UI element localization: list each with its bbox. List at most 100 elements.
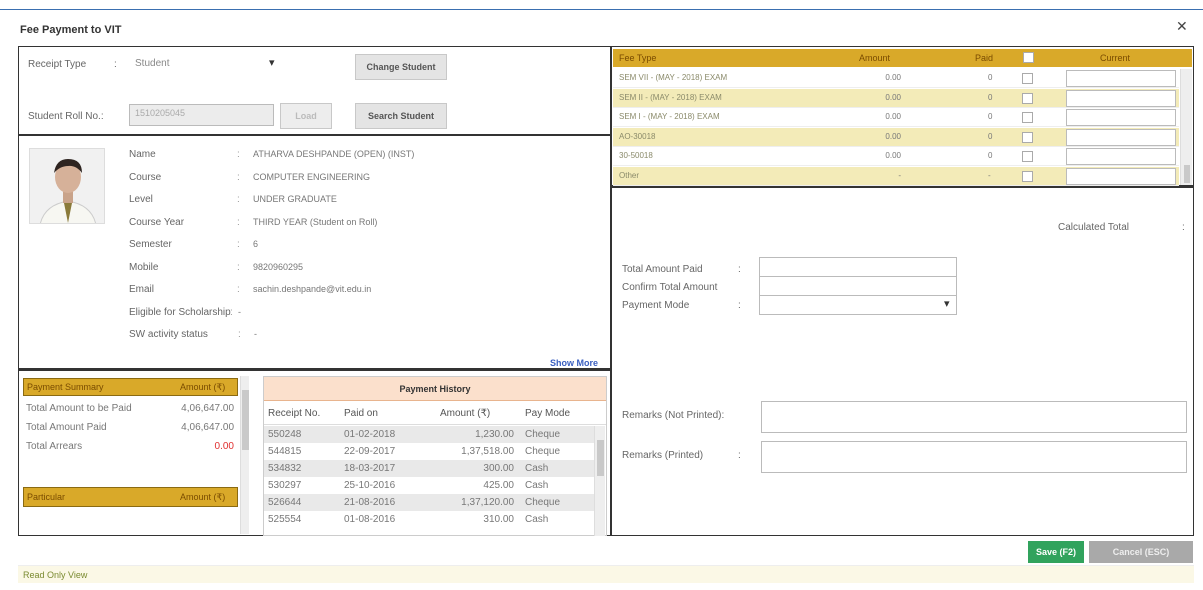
fee-paid: 0 <box>988 92 993 102</box>
summary-rows: Total Amount to be Paid 4,06,647.00 Total … <box>23 399 238 469</box>
fee-col-paid: Paid <box>975 53 994 63</box>
remarks-not-printed-label: Remarks (Not Printed): <box>622 410 725 421</box>
table-row[interactable]: 534832 18-03-2017 300.00 Cash <box>264 460 594 477</box>
fee-select-checkbox[interactable] <box>1022 131 1033 143</box>
summary-scrollbar-thumb[interactable] <box>242 390 249 450</box>
chevron-down-icon: ▾ <box>944 298 950 310</box>
table-row[interactable]: SEM VII - (MAY - 2018) EXAM 0.00 0 <box>613 69 1179 88</box>
calculated-total-label: Calculated Total <box>1058 222 1129 233</box>
fee-current-input[interactable] <box>1066 109 1176 126</box>
student-field-separator: : <box>237 284 240 295</box>
table-row[interactable]: 544815 22-09-2017 1,37,518.00 Cheque <box>264 443 594 460</box>
fee-select-checkbox[interactable] <box>1022 92 1033 104</box>
student-field-value: - <box>254 329 257 339</box>
table-row[interactable]: SEM II - (MAY - 2018) EXAM 0.00 0 <box>613 88 1179 108</box>
table-row[interactable]: 525554 01-08-2016 310.00 Cash <box>264 511 594 528</box>
fee-type: SEM VII - (MAY - 2018) EXAM <box>619 73 728 82</box>
payment-mode-label: Payment Mode <box>622 300 690 311</box>
fee-paid: 0 <box>988 131 993 141</box>
roll-number-input[interactable]: 1510205045 <box>129 104 274 126</box>
confirm-total-amount-input[interactable] <box>759 276 957 296</box>
fee-select-checkbox[interactable] <box>1022 170 1033 182</box>
table-row[interactable]: Other - - <box>613 166 1179 186</box>
student-field-label: Semester <box>129 239 172 250</box>
history-paid-on: 01-02-2018 <box>344 429 396 440</box>
history-paid-on: 21-08-2016 <box>344 497 396 508</box>
fee-type: SEM II - (MAY - 2018) EXAM <box>619 92 722 102</box>
student-field-value: COMPUTER ENGINEERING <box>253 171 371 182</box>
receipt-type-value: Student <box>135 58 170 69</box>
summary-scrollbar[interactable] <box>240 376 249 534</box>
history-paid-on: 22-09-2017 <box>344 446 396 457</box>
history-scrollbar-thumb[interactable] <box>597 440 604 476</box>
fee-select-checkbox[interactable] <box>1022 112 1033 123</box>
status-bar: Read Only View <box>18 565 1194 583</box>
payment-history-rows: 550248 01-02-2018 1,230.00 Cheque 544815 22-0… <box>264 426 594 536</box>
history-receipt-no: 526644 <box>268 497 302 508</box>
summary-header-label: Payment Summary <box>27 382 104 392</box>
fee-current-input[interactable] <box>1066 70 1176 87</box>
load-button[interactable]: Load <box>280 103 332 129</box>
student-field-value: ATHARVA DESHPANDE (OPEN) (INST) <box>253 149 415 159</box>
table-row[interactable]: 30-50018 0.00 0 <box>613 147 1179 166</box>
history-receipt-no: 530297 <box>268 480 302 491</box>
history-col-amount: Amount (₹) <box>440 408 491 419</box>
student-field-separator: : <box>237 149 240 160</box>
student-field-value: 6 <box>253 239 259 249</box>
change-student-button[interactable]: Change Student <box>355 54 447 80</box>
total-amount-paid-separator: : <box>738 264 741 275</box>
history-paid-on: 25-10-2016 <box>344 480 396 491</box>
history-receipt-no: 534832 <box>268 463 302 474</box>
fee-current-input[interactable] <box>1066 89 1176 107</box>
table-row[interactable]: 550248 01-02-2018 1,230.00 Cheque <box>264 426 594 443</box>
roll-number-label: Student Roll No.: <box>28 111 104 122</box>
student-field-separator: : <box>237 171 240 183</box>
history-scrollbar[interactable] <box>594 426 605 536</box>
remarks-printed-separator: : <box>738 450 741 461</box>
history-col-pay-mode: Pay Mode <box>525 408 571 419</box>
fee-table-scrollbar-thumb[interactable] <box>1184 165 1190 183</box>
fee-table-scrollbar[interactable] <box>1180 69 1192 185</box>
history-paid-on: 18-03-2017 <box>344 463 396 474</box>
table-row[interactable]: SEM I - (MAY - 2018) EXAM 0.00 0 <box>613 108 1179 127</box>
remarks-printed-input[interactable] <box>761 441 1187 473</box>
table-row[interactable]: 530297 25-10-2016 425.00 Cash <box>264 477 594 494</box>
history-pay-mode: Cash <box>525 463 549 474</box>
summary-row-label: Total Amount Paid <box>26 422 107 433</box>
fee-amount: 0.00 <box>885 73 901 82</box>
total-amount-paid-input[interactable] <box>759 257 957 277</box>
fee-amount: - <box>898 170 901 180</box>
fee-col-type: Fee Type <box>619 53 657 63</box>
student-photo <box>29 148 105 224</box>
fee-table-panel: Fee Type Amount Paid Current SEM VII - (… <box>611 46 1194 186</box>
fee-type: Other <box>619 170 640 180</box>
payment-mode-select[interactable]: ▾ <box>759 295 957 315</box>
fee-select-checkbox[interactable] <box>1022 73 1033 84</box>
receipt-type-select[interactable]: Student ▾ <box>129 53 279 75</box>
select-all-checkbox[interactable] <box>1023 52 1034 63</box>
fee-select-checkbox[interactable] <box>1022 151 1033 162</box>
close-icon[interactable]: ✕ <box>1176 18 1188 35</box>
fee-current-input[interactable] <box>1066 167 1176 185</box>
table-row[interactable]: 526644 21-08-2016 1,37,120.00 Cheque <box>264 494 594 511</box>
search-student-button[interactable]: Search Student <box>355 103 447 129</box>
student-field-separator: : <box>237 239 240 250</box>
fee-current-input[interactable] <box>1066 128 1176 146</box>
table-row[interactable]: AO-30018 0.00 0 <box>613 127 1179 147</box>
fee-current-input[interactable] <box>1066 148 1176 165</box>
calculated-total-separator: : <box>1182 222 1185 233</box>
show-more-link[interactable]: Show More <box>550 358 598 368</box>
payment-history-header-row: Receipt No. Paid on Amount (₹) Pay Mode <box>264 401 606 425</box>
fee-amount: 0.00 <box>885 151 901 160</box>
fee-col-current: Current <box>1100 53 1131 63</box>
confirm-total-amount-label: Confirm Total Amount <box>622 282 718 293</box>
receipt-type-label: Receipt Type <box>28 59 87 70</box>
remarks-not-printed-input[interactable] <box>761 401 1187 433</box>
student-field-value: 9820960295 <box>253 261 304 272</box>
payment-summary-header: Payment Summary Amount (₹) <box>23 378 238 396</box>
cancel-button[interactable]: Cancel (ESC) <box>1089 541 1193 563</box>
student-field-label: Eligible for Scholarship <box>129 306 231 318</box>
history-pay-mode: Cheque <box>525 497 561 508</box>
save-button[interactable]: Save (F2) <box>1028 541 1084 563</box>
particular-amount: Amount (₹) <box>180 492 226 502</box>
